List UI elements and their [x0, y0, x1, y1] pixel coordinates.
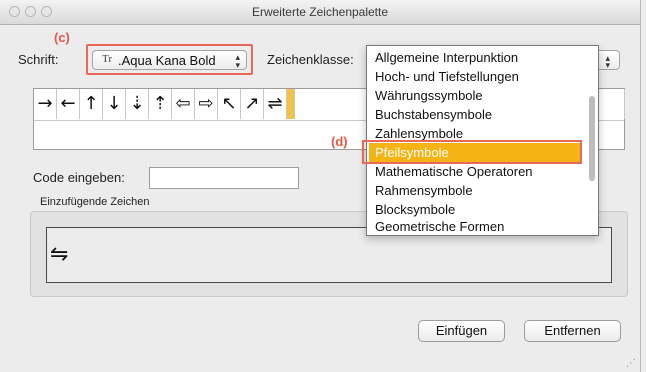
font-type-icon: Tr [102, 53, 112, 65]
font-popup-value: .Aqua Kana Bold [118, 53, 216, 68]
chevron-updown-icon: ▴ ▾ [235, 52, 240, 70]
menu-item[interactable]: Rahmensymbole [375, 181, 473, 200]
insert-group-label: Einzufügende Zeichen [40, 196, 150, 208]
glyph-cell[interactable]: ⇨ [195, 89, 218, 119]
font-popup-button[interactable]: Tr .Aqua Kana Bold ▴ ▾ [92, 50, 247, 70]
menu-item[interactable]: Hoch- und Tiefstellungen [375, 67, 519, 86]
remove-button[interactable]: Entfernen [524, 320, 621, 342]
callout-c: (c) [54, 30, 70, 45]
glyph-cell[interactable]: ↗ [241, 89, 264, 119]
code-input[interactable] [149, 167, 299, 189]
glyph-cell[interactable]: ⇣ [126, 89, 149, 119]
code-label: Code eingeben: [33, 170, 125, 185]
selected-item-highlight [362, 140, 582, 164]
glyph-cell[interactable] [599, 89, 625, 119]
insert-chars: ⇋ [50, 242, 69, 267]
callout-d: (d) [331, 134, 348, 149]
char-class-label: Zeichenklasse: [267, 52, 354, 67]
chevron-updown-icon: ▴ ▾ [605, 53, 610, 70]
glyph-cell[interactable]: ← [57, 89, 80, 119]
window-title: Erweiterte Zeichenpalette [251, 5, 389, 19]
menu-item[interactable]: Währungssymbole [375, 86, 483, 105]
resize-grip-icon[interactable]: ⋰ [626, 358, 636, 369]
glyph-cell[interactable]: ↓ [103, 89, 126, 119]
glyph-cell[interactable]: ⇦ [172, 89, 195, 119]
menu-item[interactable]: Mathematische Operatoren [375, 162, 533, 181]
menu-item[interactable]: Geometrische Formen [375, 217, 504, 236]
glyph-cell[interactable]: ⇌ [264, 89, 287, 119]
glyph-cell[interactable]: ↖ [218, 89, 241, 119]
title-bar: Erweiterte Zeichenpalette [0, 0, 640, 25]
menu-item[interactable]: Buchstabensymbole [375, 105, 492, 124]
menu-item[interactable]: Allgemeine Interpunktion [375, 48, 518, 67]
glyph-cell[interactable]: → [34, 89, 57, 119]
insert-button[interactable]: Einfügen [418, 320, 505, 342]
glyph-cell[interactable]: ⇡ [149, 89, 172, 119]
dropdown-scrollbar[interactable] [589, 96, 595, 181]
glyph-cell-selected[interactable] [287, 89, 295, 119]
font-label: Schrift: [18, 52, 59, 67]
glyph-cell[interactable]: ↑ [80, 89, 103, 119]
